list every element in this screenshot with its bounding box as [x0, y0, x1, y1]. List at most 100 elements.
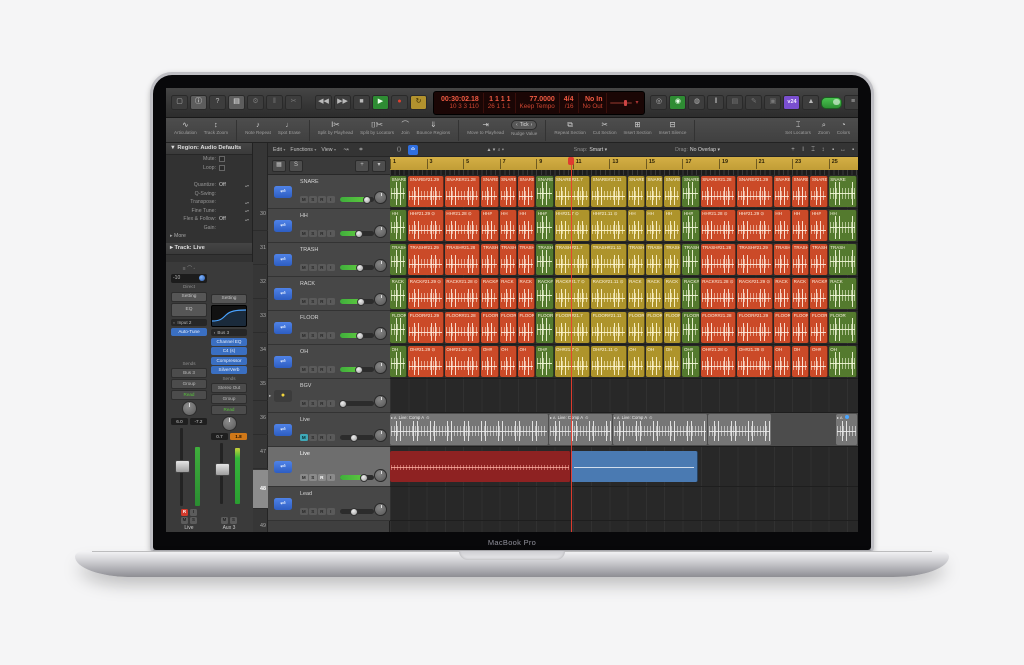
- audio-region[interactable]: HH#21.28 ⊙: [445, 210, 481, 241]
- lcd-menu-caret[interactable]: ▾: [635, 99, 638, 106]
- input-monitor-button[interactable]: I: [327, 434, 335, 441]
- gain-reduction-display[interactable]: -10: [171, 274, 207, 283]
- audio-region[interactable]: RACK: [774, 278, 791, 309]
- audio-region[interactable]: TRASH: [664, 244, 681, 275]
- input-monitor-button[interactable]: I: [327, 298, 335, 305]
- play-button[interactable]: ▶: [372, 95, 389, 110]
- audio-region[interactable]: RACK: [390, 278, 407, 309]
- audio-region[interactable]: OH#21.7 ⊙: [555, 346, 591, 377]
- routing-slot[interactable]: Bus 3: [171, 368, 207, 378]
- audio-region[interactable]: FLOOR#: [536, 312, 553, 343]
- smart-controls-icon[interactable]: ‖: [266, 95, 283, 110]
- audio-region[interactable]: OH: [792, 346, 809, 377]
- eq-button[interactable]: EQ: [171, 303, 207, 317]
- audio-region[interactable]: TRASH: [829, 244, 857, 275]
- audio-region[interactable]: OH: [628, 346, 645, 377]
- audio-region[interactable]: SNARE#21.29: [737, 176, 773, 207]
- audio-region[interactable]: TRASH#21.29: [737, 244, 773, 275]
- track-lane-30[interactable]: SNARESNARE#21.29SNARE#21.28SNARE#SNARESN…: [390, 175, 858, 209]
- track-lane-49[interactable]: [390, 487, 858, 521]
- audio-region[interactable]: FLOOR: [774, 312, 791, 343]
- track-header-hh-31[interactable]: ⇌HHMSRI: [268, 209, 390, 243]
- pointer-tool-menu[interactable]: ▲ ▾: [486, 145, 496, 155]
- pan-knob[interactable]: [374, 259, 387, 272]
- audio-region[interactable]: HH#: [536, 210, 553, 241]
- move-to-playhead-button[interactable]: ⇥Move to Playhead: [467, 120, 504, 135]
- audio-region[interactable]: HH#: [481, 210, 498, 241]
- signature-display[interactable]: 4/4/16: [560, 93, 579, 113]
- pan-knob[interactable]: [374, 293, 387, 306]
- audio-region[interactable]: FLOOR#: [810, 312, 827, 343]
- audio-region[interactable]: TRASH#21.28: [445, 244, 481, 275]
- audio-region[interactable]: OH#: [481, 346, 498, 377]
- capture-icon[interactable]: ▤: [726, 95, 743, 110]
- record-enable-button[interactable]: R: [318, 508, 326, 515]
- parameter-stepper-icon[interactable]: ▴▾: [245, 200, 249, 205]
- audio-region[interactable]: RACK#21.29 ⊙: [408, 278, 444, 309]
- position-display[interactable]: 1 1 1 126 1 1 1: [484, 93, 516, 113]
- bar-ruler[interactable]: 135791113151719212325: [390, 157, 858, 171]
- mute-button[interactable]: M: [181, 517, 188, 524]
- audio-region[interactable]: TRASH#21.28: [701, 244, 737, 275]
- track-lane-36[interactable]: [390, 379, 858, 413]
- pan-knob[interactable]: [222, 416, 237, 431]
- edit-menu[interactable]: Edit ▾: [273, 147, 285, 153]
- automation-mode-button[interactable]: Read: [171, 390, 207, 400]
- plugin-slot[interactable]: Compressor: [211, 357, 247, 365]
- low-latency-icon[interactable]: ◍: [688, 95, 705, 110]
- repeat-section-button[interactable]: ⧉Repeat Section: [554, 120, 585, 135]
- audio-region[interactable]: OH: [664, 346, 681, 377]
- input-monitor-button[interactable]: I: [190, 509, 197, 516]
- track-header-snare-30[interactable]: ⇌SNAREMSRI: [268, 175, 390, 209]
- audio-region[interactable]: TRASH#: [810, 244, 827, 275]
- track-sort-button[interactable]: ▾: [372, 160, 386, 172]
- note-repeat-button[interactable]: ♪Note Repeat: [245, 120, 271, 135]
- settings-gear-icon[interactable]: ⚙: [247, 95, 264, 110]
- audio-region[interactable]: SNARE: [774, 176, 791, 207]
- record-enable-button[interactable]: R: [318, 400, 326, 407]
- mute-button[interactable]: M: [221, 517, 228, 524]
- audio-region[interactable]: SNARE: [628, 176, 645, 207]
- audio-region[interactable]: OH#: [682, 346, 699, 377]
- audio-region[interactable]: RACK: [518, 278, 535, 309]
- audio-region[interactable]: RACK: [500, 278, 517, 309]
- mute-button[interactable]: M: [300, 230, 308, 237]
- fader-cap[interactable]: [175, 460, 190, 473]
- software-monitoring-icon[interactable]: ◉: [669, 95, 686, 110]
- volume-slider[interactable]: [340, 197, 374, 202]
- input-monitor-button[interactable]: I: [327, 332, 335, 339]
- mute-button[interactable]: M: [300, 400, 308, 407]
- audio-region[interactable]: SNARE#21.28: [701, 176, 737, 207]
- metronome-icon[interactable]: ▲: [802, 95, 819, 110]
- plugin-slot[interactable]: SilverVerb: [211, 366, 247, 374]
- io-display[interactable]: No InNo Out: [579, 93, 608, 113]
- more-disclosure[interactable]: ▸ More: [166, 232, 252, 241]
- audio-region[interactable]: OH: [646, 346, 663, 377]
- io-slot[interactable]: ◑Bus 3: [211, 329, 247, 337]
- input-monitor-button[interactable]: I: [327, 400, 335, 407]
- track-header-bgv-36[interactable]: ▸●BGVMSRI: [268, 379, 390, 413]
- list-editors-icon[interactable]: ≡: [844, 95, 858, 110]
- track-header-live-47[interactable]: ⇌LiveMSRI: [268, 413, 390, 447]
- audio-region[interactable]: TRASH#: [682, 244, 699, 275]
- track-lane-33[interactable]: RACKRACK#21.29 ⊙RACK#21.28 ⊙RACK#RACKRAC…: [390, 277, 858, 311]
- audio-region[interactable]: TRASH#: [481, 244, 498, 275]
- audio-region[interactable]: RACK: [792, 278, 809, 309]
- input-monitor-button[interactable]: I: [327, 264, 335, 271]
- volume-knob[interactable]: [356, 332, 364, 340]
- solo-button[interactable]: S: [230, 517, 237, 524]
- audio-region[interactable]: OH#21.28 ⊙: [701, 346, 737, 377]
- solo-button[interactable]: S: [309, 474, 317, 481]
- take-region[interactable]: ▸ ALive: Comp A⊙: [613, 414, 708, 445]
- pan-knob[interactable]: [374, 225, 387, 238]
- record-enable-button[interactable]: R: [318, 434, 326, 441]
- mute-button[interactable]: M: [300, 474, 308, 481]
- crosshair-icon[interactable]: +: [788, 145, 798, 155]
- mute-button[interactable]: M: [300, 264, 308, 271]
- audio-region[interactable]: HH: [664, 210, 681, 241]
- track-number[interactable]: 32: [253, 266, 268, 299]
- input-monitor-button[interactable]: I: [327, 508, 335, 515]
- disclosure-triangle-icon[interactable]: ▸: [269, 393, 271, 399]
- audio-region[interactable]: FLOOR#21.29: [737, 312, 773, 343]
- tuner-icon[interactable]: ‖: [707, 95, 724, 110]
